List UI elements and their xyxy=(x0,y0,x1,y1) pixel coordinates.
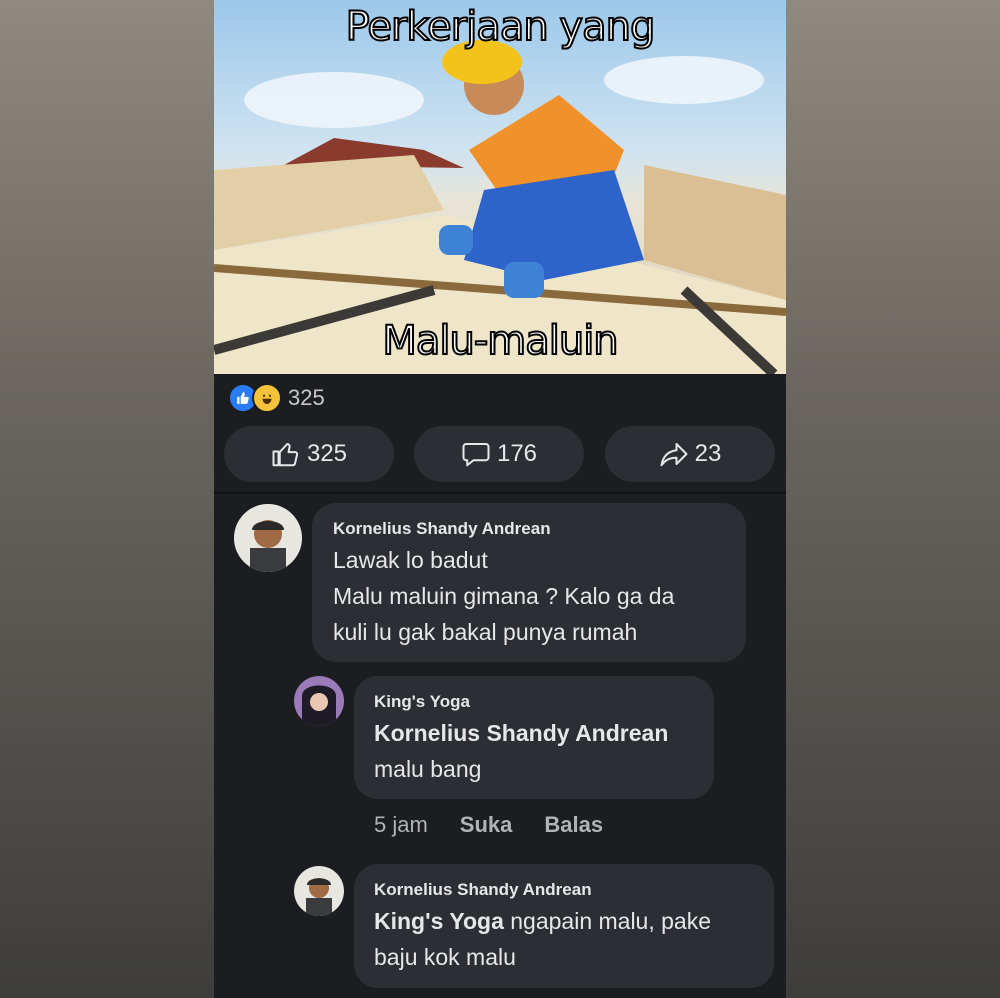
meme-caption-top: Perkerjaan yang xyxy=(345,3,657,51)
comment-button[interactable]: 176 xyxy=(414,426,584,482)
comment-bubble-icon xyxy=(462,443,490,467)
reaction-count: 325 xyxy=(288,385,325,410)
user-avatar-photo xyxy=(294,866,344,916)
user-avatar-photo xyxy=(294,676,344,726)
like-reply-link[interactable]: Suka xyxy=(460,812,513,838)
section-divider xyxy=(214,492,786,494)
avatar[interactable] xyxy=(294,866,344,916)
mention-link[interactable]: Kornelius Shandy Andrean xyxy=(374,715,668,751)
timestamp: 5 jam xyxy=(374,812,428,837)
post-image[interactable]: Perkerjaan yang Malu-maluin xyxy=(214,0,786,374)
reply-meta: 5 jam Suka Balas xyxy=(374,812,635,838)
reply-bubble[interactable]: Kornelius Shandy Andrean King's Yoga nga… xyxy=(354,864,774,988)
reply-text: King's Yoga ngapain malu, pake baju kok … xyxy=(374,908,712,970)
avatar[interactable] xyxy=(294,676,344,726)
avatar[interactable] xyxy=(234,504,302,572)
share-count: 23 xyxy=(694,440,722,467)
share-arrow-icon xyxy=(660,443,688,467)
reply-text: Kornelius Shandy Andrean malu bang xyxy=(374,715,668,787)
reply-author[interactable]: King's Yoga xyxy=(374,692,470,712)
reply-link[interactable]: Balas xyxy=(544,812,603,838)
thumbs-up-icon xyxy=(272,443,299,467)
reply-bubble[interactable]: King's Yoga Kornelius Shandy Andrean mal… xyxy=(354,676,714,799)
meme-caption-bottom: Malu-maluin xyxy=(381,317,619,365)
reply-author[interactable]: Kornelius Shandy Andrean xyxy=(374,880,592,900)
comment-bubble[interactable]: Kornelius Shandy Andrean Lawak lo badut … xyxy=(312,503,746,662)
user-avatar-photo xyxy=(234,504,302,572)
like-button[interactable]: 325 xyxy=(224,426,394,482)
comment-author[interactable]: Kornelius Shandy Andrean xyxy=(333,519,551,539)
share-button[interactable]: 23 xyxy=(605,426,775,482)
comment-text: Lawak lo badut Malu maluin gimana ? Kalo… xyxy=(333,547,675,645)
like-count: 325 xyxy=(306,440,348,467)
facebook-post: Perkerjaan yang Malu-maluin 325 325 176 … xyxy=(214,0,786,998)
reaction-summary[interactable]: 325 xyxy=(228,382,325,414)
haha-reaction-icon xyxy=(252,383,282,413)
comment-count: 176 xyxy=(496,440,538,467)
mention-link[interactable]: King's Yoga xyxy=(374,908,504,934)
